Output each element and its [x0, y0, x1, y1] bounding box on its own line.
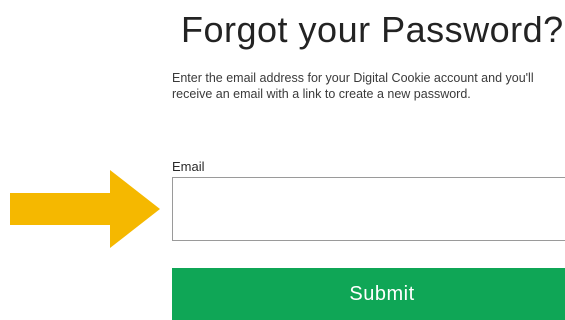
instructions-text: Enter the email address for your Digital… [172, 71, 534, 101]
arrow-right-icon [10, 170, 160, 248]
email-field[interactable] [172, 177, 565, 241]
email-label: Email [172, 159, 205, 174]
page-title: Forgot your Password? [181, 9, 564, 50]
submit-button[interactable]: Submit [172, 268, 565, 320]
